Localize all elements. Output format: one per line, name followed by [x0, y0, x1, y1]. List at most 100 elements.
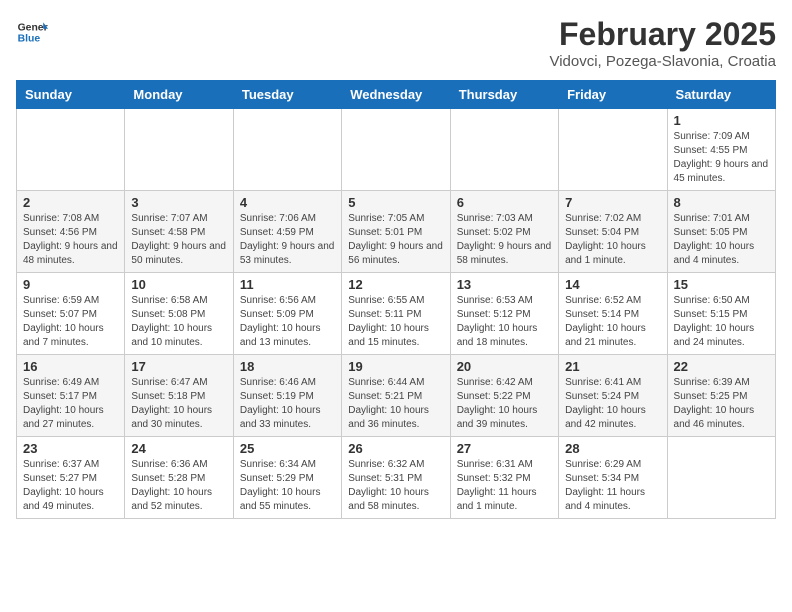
cell-info: Sunrise: 6:52 AM Sunset: 5:14 PM Dayligh…	[565, 294, 660, 350]
cell-info: Sunrise: 7:03 AM Sunset: 5:02 PM Dayligh…	[457, 212, 552, 268]
calendar-cell: 17 Sunrise: 6:47 AM Sunset: 5:18 PM Dayli…	[125, 355, 233, 437]
calendar-cell: 14 Sunrise: 6:52 AM Sunset: 5:14 PM Dayli…	[559, 273, 667, 355]
calendar-cell	[450, 109, 558, 191]
calendar-cell: 11 Sunrise: 6:56 AM Sunset: 5:09 PM Dayli…	[233, 273, 341, 355]
cell-info: Sunrise: 7:05 AM Sunset: 5:01 PM Dayligh…	[348, 212, 443, 268]
calendar-cell: 1Sunrise: 7:09 AM Sunset: 4:55 PM Daylig…	[667, 109, 775, 191]
cell-info: Sunrise: 7:08 AM Sunset: 4:56 PM Dayligh…	[23, 212, 118, 268]
header-day-monday: Monday	[125, 81, 233, 109]
cell-day-number: 23	[23, 441, 118, 456]
calendar-week-row: 2 Sunrise: 7:08 AM Sunset: 4:56 PM Daylig…	[17, 191, 776, 273]
cell-day-number: 26	[348, 441, 443, 456]
cell-day-number: 7	[565, 195, 660, 210]
cell-day-number: 14	[565, 277, 660, 292]
cell-info: Sunrise: 6:32 AM Sunset: 5:31 PM Dayligh…	[348, 458, 443, 514]
cell-info: Sunrise: 6:44 AM Sunset: 5:21 PM Dayligh…	[348, 376, 443, 432]
cell-day-number: 22	[674, 359, 769, 374]
cell-info: Sunrise: 7:07 AM Sunset: 4:58 PM Dayligh…	[131, 212, 226, 268]
calendar-cell	[125, 109, 233, 191]
cell-info: Sunrise: 6:50 AM Sunset: 5:15 PM Dayligh…	[674, 294, 769, 350]
cell-day-number: 2	[23, 195, 118, 210]
main-title: February 2025	[549, 16, 776, 53]
cell-day-number: 15	[674, 277, 769, 292]
cell-info: Sunrise: 6:55 AM Sunset: 5:11 PM Dayligh…	[348, 294, 443, 350]
calendar-cell: 6 Sunrise: 7:03 AM Sunset: 5:02 PM Daylig…	[450, 191, 558, 273]
cell-day-number: 16	[23, 359, 118, 374]
calendar-cell: 10 Sunrise: 6:58 AM Sunset: 5:08 PM Dayli…	[125, 273, 233, 355]
cell-info: Sunrise: 6:31 AM Sunset: 5:32 PM Dayligh…	[457, 458, 552, 514]
title-section: February 2025 Vidovci, Pozega-Slavonia, …	[549, 16, 776, 70]
cell-info: Sunrise: 6:56 AM Sunset: 5:09 PM Dayligh…	[240, 294, 335, 350]
cell-day-number: 1	[674, 113, 769, 128]
cell-day-number: 17	[131, 359, 226, 374]
cell-day-number: 28	[565, 441, 660, 456]
calendar-cell	[559, 109, 667, 191]
calendar-cell: 20 Sunrise: 6:42 AM Sunset: 5:22 PM Dayli…	[450, 355, 558, 437]
calendar-header-row: SundayMondayTuesdayWednesdayThursdayFrid…	[17, 81, 776, 109]
calendar-cell: 7 Sunrise: 7:02 AM Sunset: 5:04 PM Daylig…	[559, 191, 667, 273]
header-day-wednesday: Wednesday	[342, 81, 450, 109]
logo: General Blue	[16, 16, 48, 48]
calendar-cell: 19 Sunrise: 6:44 AM Sunset: 5:21 PM Dayli…	[342, 355, 450, 437]
cell-info: Sunrise: 6:49 AM Sunset: 5:17 PM Dayligh…	[23, 376, 118, 432]
calendar-cell: 9Sunrise: 6:59 AM Sunset: 5:07 PM Daylig…	[17, 273, 125, 355]
header-day-friday: Friday	[559, 81, 667, 109]
cell-day-number: 10	[131, 277, 226, 292]
cell-info: Sunrise: 6:46 AM Sunset: 5:19 PM Dayligh…	[240, 376, 335, 432]
calendar-week-row: 16 Sunrise: 6:49 AM Sunset: 5:17 PM Dayli…	[17, 355, 776, 437]
cell-day-number: 5	[348, 195, 443, 210]
calendar-week-row: 9Sunrise: 6:59 AM Sunset: 5:07 PM Daylig…	[17, 273, 776, 355]
header-day-saturday: Saturday	[667, 81, 775, 109]
header: General Blue February 2025 Vidovci, Poze…	[16, 16, 776, 70]
calendar-cell: 12 Sunrise: 6:55 AM Sunset: 5:11 PM Dayli…	[342, 273, 450, 355]
cell-day-number: 6	[457, 195, 552, 210]
cell-day-number: 12	[348, 277, 443, 292]
cell-info: Sunrise: 6:58 AM Sunset: 5:08 PM Dayligh…	[131, 294, 226, 350]
subtitle: Vidovci, Pozega-Slavonia, Croatia	[549, 53, 776, 70]
calendar-cell	[667, 437, 775, 519]
cell-day-number: 20	[457, 359, 552, 374]
cell-day-number: 18	[240, 359, 335, 374]
svg-text:Blue: Blue	[18, 34, 41, 45]
cell-day-number: 25	[240, 441, 335, 456]
calendar-cell: 15 Sunrise: 6:50 AM Sunset: 5:15 PM Dayli…	[667, 273, 775, 355]
cell-info: Sunrise: 6:37 AM Sunset: 5:27 PM Dayligh…	[23, 458, 118, 514]
header-day-tuesday: Tuesday	[233, 81, 341, 109]
cell-day-number: 27	[457, 441, 552, 456]
calendar-week-row: 1Sunrise: 7:09 AM Sunset: 4:55 PM Daylig…	[17, 109, 776, 191]
calendar-cell: 23 Sunrise: 6:37 AM Sunset: 5:27 PM Dayli…	[17, 437, 125, 519]
calendar-cell: 25 Sunrise: 6:34 AM Sunset: 5:29 PM Dayli…	[233, 437, 341, 519]
calendar-cell: 22 Sunrise: 6:39 AM Sunset: 5:25 PM Dayli…	[667, 355, 775, 437]
cell-day-number: 11	[240, 277, 335, 292]
cell-info: Sunrise: 6:36 AM Sunset: 5:28 PM Dayligh…	[131, 458, 226, 514]
calendar-cell	[342, 109, 450, 191]
calendar-cell: 27 Sunrise: 6:31 AM Sunset: 5:32 PM Dayli…	[450, 437, 558, 519]
calendar-cell: 8 Sunrise: 7:01 AM Sunset: 5:05 PM Daylig…	[667, 191, 775, 273]
calendar-cell: 5 Sunrise: 7:05 AM Sunset: 5:01 PM Daylig…	[342, 191, 450, 273]
cell-info: Sunrise: 6:34 AM Sunset: 5:29 PM Dayligh…	[240, 458, 335, 514]
calendar-cell: 21 Sunrise: 6:41 AM Sunset: 5:24 PM Dayli…	[559, 355, 667, 437]
cell-info: Sunrise: 6:53 AM Sunset: 5:12 PM Dayligh…	[457, 294, 552, 350]
cell-info: Sunrise: 6:39 AM Sunset: 5:25 PM Dayligh…	[674, 376, 769, 432]
cell-info: Sunrise: 7:01 AM Sunset: 5:05 PM Dayligh…	[674, 212, 769, 268]
cell-day-number: 19	[348, 359, 443, 374]
calendar-table: SundayMondayTuesdayWednesdayThursdayFrid…	[16, 80, 776, 519]
cell-day-number: 24	[131, 441, 226, 456]
cell-day-number: 13	[457, 277, 552, 292]
cell-day-number: 21	[565, 359, 660, 374]
calendar-cell: 4Sunrise: 7:06 AM Sunset: 4:59 PM Daylig…	[233, 191, 341, 273]
cell-info: Sunrise: 6:29 AM Sunset: 5:34 PM Dayligh…	[565, 458, 660, 514]
cell-info: Sunrise: 6:41 AM Sunset: 5:24 PM Dayligh…	[565, 376, 660, 432]
logo-icon: General Blue	[16, 16, 48, 48]
cell-info: Sunrise: 6:47 AM Sunset: 5:18 PM Dayligh…	[131, 376, 226, 432]
calendar-cell: 28 Sunrise: 6:29 AM Sunset: 5:34 PM Dayli…	[559, 437, 667, 519]
cell-day-number: 4	[240, 195, 335, 210]
calendar-cell: 24 Sunrise: 6:36 AM Sunset: 5:28 PM Dayli…	[125, 437, 233, 519]
cell-info: Sunrise: 6:42 AM Sunset: 5:22 PM Dayligh…	[457, 376, 552, 432]
cell-info: Sunrise: 7:02 AM Sunset: 5:04 PM Dayligh…	[565, 212, 660, 268]
header-day-thursday: Thursday	[450, 81, 558, 109]
calendar-week-row: 23 Sunrise: 6:37 AM Sunset: 5:27 PM Dayli…	[17, 437, 776, 519]
cell-day-number: 8	[674, 195, 769, 210]
calendar-cell: 13 Sunrise: 6:53 AM Sunset: 5:12 PM Dayli…	[450, 273, 558, 355]
calendar-cell	[233, 109, 341, 191]
